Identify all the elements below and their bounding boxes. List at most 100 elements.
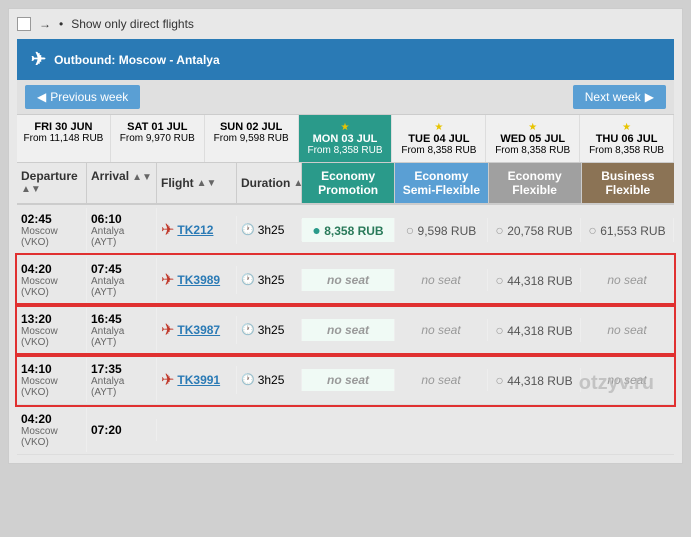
cell-econ-promo: no seat [302, 269, 395, 291]
bullet-icon: • [59, 17, 63, 31]
cell-econ-flex[interactable]: ○ 44,318 RUB [488, 318, 581, 342]
cell-departure: 04:20 Moscow (VKO) [17, 258, 87, 302]
date-price: From 9,598 RUB [207, 133, 296, 144]
duration-value: 3h25 [258, 323, 285, 337]
flight-number-link[interactable]: TK3989 [177, 273, 220, 287]
table-row: 13:20 Moscow (VKO) 16:45 Antalya (AYT) ✈… [17, 305, 674, 355]
econ-promo-col-label: Economy Promotion [318, 169, 378, 197]
radio-econ-flex[interactable]: ○ [495, 322, 503, 338]
cell-arrival: 07:45 Antalya (AYT) [87, 258, 157, 302]
week-navigation: ◀ Previous week Next week ▶ [17, 80, 674, 115]
cell-flight: ✈ TK3987 [157, 316, 237, 344]
date-cell-6[interactable]: ★THU 06 JULFrom 8,358 RUB [580, 115, 674, 162]
date-day: THU 06 JUL [582, 133, 671, 145]
dep-time: 02:45 [21, 212, 82, 226]
dep-city: Moscow (VKO) [21, 276, 82, 298]
date-price: From 8,358 RUB [582, 145, 671, 156]
arr-time: 17:35 [91, 362, 152, 376]
cell-econ-semi: no seat [395, 319, 488, 341]
arr-time: 06:10 [91, 212, 152, 226]
flight-number-link[interactable]: TK3991 [177, 373, 220, 387]
cell-econ-promo[interactable]: ● 8,358 RUB [302, 218, 395, 242]
econ-semi-col-label: Economy Semi-Flexible [403, 169, 480, 197]
route-header: ✈ Outbound: Moscow - Antalya [17, 39, 674, 80]
arr-city: Antalya (AYT) [91, 226, 152, 248]
radio-econ-flex[interactable]: ○ [495, 272, 503, 288]
no-seat-label: no seat [421, 373, 460, 387]
cell-econ-promo: no seat [302, 319, 395, 341]
cell-biz: no seat [581, 269, 674, 291]
radio-econ-flex[interactable]: ○ [495, 372, 503, 388]
no-seat-label: no seat [327, 273, 369, 287]
date-cell-1[interactable]: SAT 01 JULFrom 9,970 RUB [111, 115, 205, 162]
date-cell-2[interactable]: SUN 02 JULFrom 9,598 RUB [205, 115, 299, 162]
table-row: 02:45 Moscow (VKO) 06:10 Antalya (AYT) ✈… [17, 205, 674, 255]
cell-flight: ✈ TK3989 [157, 266, 237, 294]
no-seat-label: no seat [607, 323, 646, 337]
departure-col-header: Departure ▲▼ [17, 163, 87, 203]
cell-departure: 14:10 Moscow (VKO) [17, 358, 87, 402]
dates-row: FRI 30 JUNFrom 11,148 RUBSAT 01 JULFrom … [17, 115, 674, 163]
date-day: WED 05 JUL [488, 133, 577, 145]
cell-duration: 🕐 3h25 [237, 269, 302, 291]
cell-flight: ✈ TK3991 [157, 366, 237, 394]
star-icon: ★ [528, 122, 537, 133]
cell-econ-flex[interactable]: ○ 20,758 RUB [488, 218, 581, 242]
cell-flight: ✈ TK212 [157, 216, 237, 244]
cell-econ-promo: no seat [302, 369, 395, 391]
date-cell-3[interactable]: ★MON 03 JULFrom 8,358 RUB [299, 115, 393, 162]
table-row: 04:20 Moscow (VKO) 07:45 Antalya (AYT) ✈… [17, 255, 674, 305]
flight-col-label: Flight [161, 176, 194, 190]
clock-icon: 🕐 [241, 273, 255, 286]
dep-city: Moscow (VKO) [21, 376, 82, 398]
clock-icon: 🕐 [241, 223, 255, 236]
star-icon: ★ [622, 122, 631, 133]
radio-biz[interactable]: ○ [588, 222, 596, 238]
date-cell-0[interactable]: FRI 30 JUNFrom 11,148 RUB [17, 115, 111, 162]
date-cell-4[interactable]: ★TUE 04 JULFrom 8,358 RUB [392, 115, 486, 162]
flights-table: otzyv.ru 02:45 Moscow (VKO) 06:10 Antaly… [17, 205, 674, 455]
date-day: TUE 04 JUL [394, 133, 483, 145]
no-seat-label: no seat [607, 273, 646, 287]
arrival-col-header: Arrival ▲▼ [87, 163, 157, 203]
prev-week-button[interactable]: ◀ Previous week [25, 85, 140, 109]
date-day: MON 03 JUL [301, 133, 390, 145]
flight-number-link[interactable]: TK3987 [177, 323, 220, 337]
departure-sort-icon[interactable]: ▲▼ [21, 184, 41, 195]
date-day: SUN 02 JUL [207, 121, 296, 133]
direct-flights-checkbox[interactable] [17, 17, 31, 31]
radio-econ-promo[interactable]: ● [312, 222, 320, 238]
cell-econ-semi: no seat [395, 269, 488, 291]
flight-sort-icon[interactable]: ▲▼ [197, 178, 217, 189]
route-title: Outbound: Moscow - Antalya [54, 53, 220, 67]
biz-col-label: Business Flexible [601, 169, 654, 197]
cell-arrival: 06:10 Antalya (AYT) [87, 208, 157, 252]
top-bar: → • Show only direct flights [17, 17, 674, 31]
date-price: From 8,358 RUB [488, 145, 577, 156]
table-row: 14:10 Moscow (VKO) 17:35 Antalya (AYT) ✈… [17, 355, 674, 405]
cell-biz: no seat [581, 319, 674, 341]
duration-value: 3h25 [258, 223, 285, 237]
cell-econ-flex[interactable]: ○ 44,318 RUB [488, 268, 581, 292]
cell-econ-semi: no seat [395, 369, 488, 391]
turkish-airlines-logo: ✈ [161, 270, 174, 290]
radio-econ-flex[interactable]: ○ [495, 222, 503, 238]
flight-col-header: Flight ▲▼ [157, 163, 237, 203]
date-cell-5[interactable]: ★WED 05 JULFrom 8,358 RUB [486, 115, 580, 162]
flight-number-link[interactable]: TK212 [177, 223, 213, 237]
chevron-left-icon: ◀ [37, 90, 46, 104]
plane-icon: ✈ [31, 49, 46, 70]
cell-biz[interactable]: ○ 61,553 RUB [581, 218, 674, 242]
radio-econ-semi[interactable]: ○ [406, 222, 414, 238]
arrival-sort-icon[interactable]: ▲▼ [132, 172, 152, 183]
cell-econ-semi[interactable]: ○ 9,598 RUB [395, 218, 488, 242]
dep-time: 14:10 [21, 362, 82, 376]
econ-promo-col-header: Economy Promotion [302, 163, 395, 203]
cell-econ-flex[interactable]: ○ 44,318 RUB [488, 368, 581, 392]
partial-dep: 04:20 Moscow (VKO) [17, 408, 87, 452]
cell-arrival: 17:35 Antalya (AYT) [87, 358, 157, 402]
date-day: FRI 30 JUN [19, 121, 108, 133]
next-week-button[interactable]: Next week ▶ [573, 85, 666, 109]
econ-flex-col-header: Economy Flexible [489, 163, 582, 203]
cell-biz: no seat [581, 369, 674, 391]
